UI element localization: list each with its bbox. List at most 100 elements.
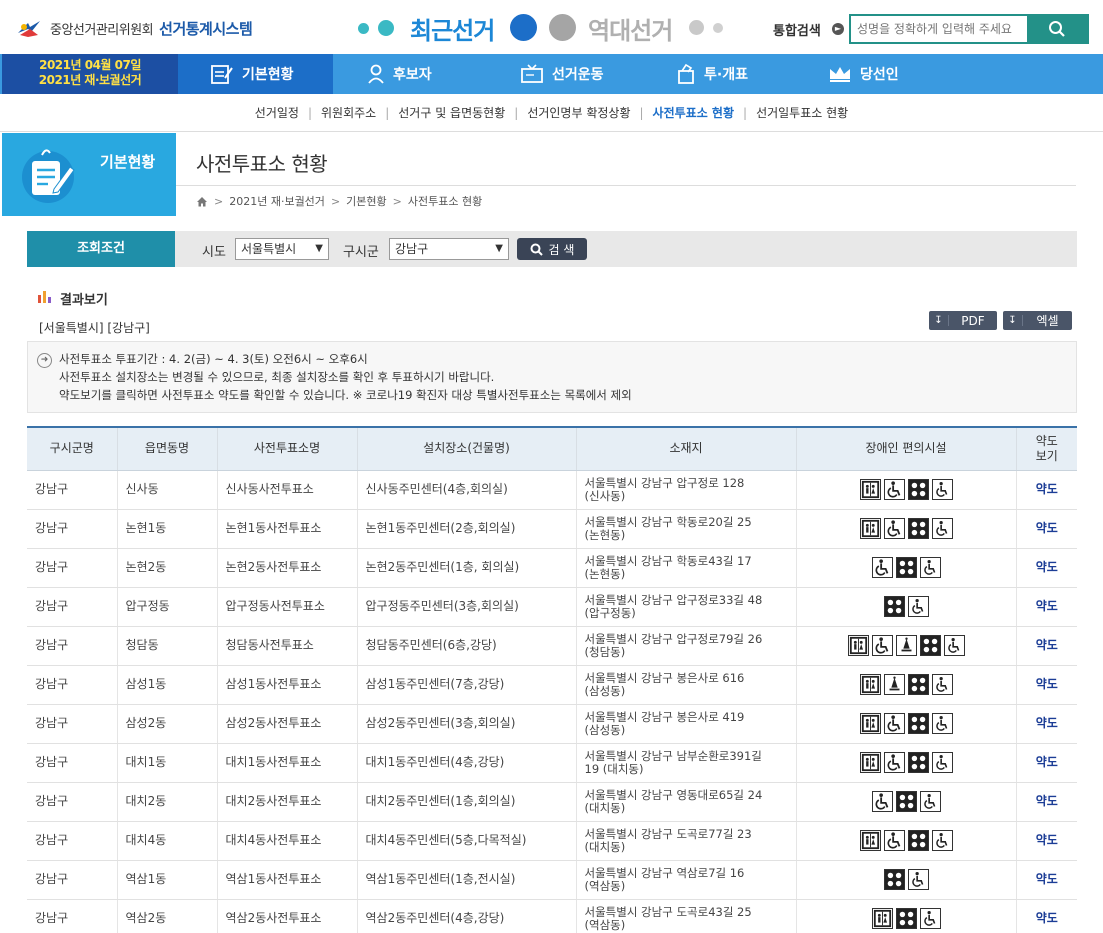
wheelchair-ramp-icon xyxy=(931,479,953,500)
excel-download-button[interactable]: ↧ 엑셀 xyxy=(1003,311,1072,330)
map-link[interactable]: 약도 xyxy=(1015,470,1077,510)
chevron-right-icon: > xyxy=(392,194,402,208)
subnav-item-early-polling[interactable]: 사전투표소 현황 xyxy=(653,104,734,121)
cell-place: 삼성2동주민센터(3층,회의실) xyxy=(356,704,576,744)
cell-address: 서울특별시 강남구 봉은사로 616 (삼성동) xyxy=(575,665,796,705)
map-link[interactable]: 약도 xyxy=(1015,626,1077,666)
search-button[interactable] xyxy=(1027,16,1087,42)
braille-block-icon xyxy=(907,830,929,851)
dot-deco-icon xyxy=(378,20,394,36)
separator: | xyxy=(639,105,644,120)
braille-block-icon xyxy=(919,635,941,656)
cell-gu: 강남구 xyxy=(27,626,117,666)
col-header-map: 약도 보기 xyxy=(1015,426,1077,471)
notice-line: 약도보기를 클릭하면 사전투표소 약도를 확인할 수 있습니다. ※ 코로나19… xyxy=(59,388,632,402)
table-header-row: 구시군명 읍면동명 사전투표소명 설치장소(건물명) 소재지 장애인 편의시설 … xyxy=(27,426,1077,471)
wheelchair-ramp-icon xyxy=(907,869,929,890)
table-row: 강남구 삼성1동 삼성1동사전투표소 삼성1동주민센터(7층,강당) 서울특별시 강남구… xyxy=(27,665,1077,705)
map-link[interactable]: 약도 xyxy=(1015,548,1077,588)
address-line: 서울특별시 강남구 압구정로 128 xyxy=(584,475,745,490)
nav-item-campaign[interactable]: 선거운동 xyxy=(520,54,604,94)
braille-block-icon xyxy=(907,518,929,539)
gu-label: 구시군 xyxy=(343,245,379,260)
separator: | xyxy=(514,105,519,120)
wheelchair-ramp-icon xyxy=(907,596,929,617)
cell-station-name: 역삼1동사전투표소 xyxy=(216,860,357,900)
cell-dong: 대치4동 xyxy=(116,821,217,861)
cell-facilities xyxy=(795,470,1016,510)
search-submit-button[interactable]: 검 색 xyxy=(517,238,587,260)
address-line: 서울특별시 강남구 압구정로33길 48 xyxy=(584,592,763,607)
bar-chart-icon xyxy=(38,291,51,303)
subnav-item-committee[interactable]: 위원회주소 xyxy=(321,104,376,121)
map-link[interactable]: 약도 xyxy=(1015,509,1077,549)
unified-search xyxy=(849,14,1089,44)
nav-item-winners[interactable]: 당선인 xyxy=(828,54,899,94)
table-row: 강남구 대치1동 대치1동사전투표소 대치1동주민센터(4층,강당) 서울특별시 강남구… xyxy=(27,743,1077,783)
pdf-label: PDF xyxy=(961,313,985,328)
braille-block-icon xyxy=(907,713,929,734)
map-link[interactable]: 약도 xyxy=(1015,587,1077,627)
gu-select[interactable]: 강남구 ▼ xyxy=(389,238,509,260)
call-bell-icon xyxy=(895,635,917,656)
chevron-right-icon: > xyxy=(330,194,341,208)
nav-item-voting-counting[interactable]: 투·개표 xyxy=(676,54,748,94)
era-recent-tab[interactable]: 최근선거 xyxy=(410,11,495,46)
cell-facilities xyxy=(795,626,1016,666)
map-link[interactable]: 약도 xyxy=(1015,860,1077,900)
address-dong: (삼성동) xyxy=(584,722,626,737)
download-icon: ↧ xyxy=(1003,315,1023,326)
cell-station-name: 대치4동사전투표소 xyxy=(216,821,357,861)
person-icon xyxy=(368,64,384,84)
map-link[interactable]: 약도 xyxy=(1015,665,1077,705)
nav-item-basic-status[interactable]: 기본현황 xyxy=(178,54,333,94)
elevator-icon xyxy=(859,518,881,539)
site-logo[interactable]: 중앙선거관리위원회 선거통계시스템 xyxy=(16,18,253,39)
cell-place: 대치4동주민센터(5층,다목적실) xyxy=(356,821,576,861)
subnav-item-schedule[interactable]: 선거일정 xyxy=(255,104,299,121)
col-header-station: 사전투표소명 xyxy=(216,426,357,471)
document-edit-icon xyxy=(22,149,75,203)
table-row: 강남구 논현2동 논현2동사전투표소 논현2동주민센터(1층, 회의실) 서울특별시 강… xyxy=(27,548,1077,588)
cell-facilities xyxy=(795,821,1016,861)
breadcrumb-item[interactable]: 기본현황 xyxy=(346,193,386,209)
sido-select[interactable]: 서울특별시 ▼ xyxy=(235,238,329,260)
col-header-address: 소재지 xyxy=(575,426,796,471)
breadcrumb-item[interactable]: 2021년 재·보궐선거 xyxy=(229,193,325,209)
notice-box: ➜ 사전투표소 투표기간 : 4. 2(금) ~ 4. 3(토) 오전6시 ~ … xyxy=(27,341,1077,413)
elevator-icon xyxy=(859,674,881,695)
sido-value: 서울특별시 xyxy=(241,242,297,256)
dot-deco-icon xyxy=(358,23,369,34)
address-dong: (청담동) xyxy=(584,644,626,659)
cell-dong: 삼성2동 xyxy=(116,704,217,744)
map-link[interactable]: 약도 xyxy=(1015,899,1077,933)
map-link[interactable]: 약도 xyxy=(1015,704,1077,744)
clipboard-icon xyxy=(211,65,233,84)
wheelchair-icon xyxy=(883,752,905,773)
braille-block-icon xyxy=(883,596,905,617)
map-link[interactable]: 약도 xyxy=(1015,821,1077,861)
pdf-download-button[interactable]: ↧ PDF xyxy=(929,311,997,330)
cell-gu: 강남구 xyxy=(27,704,117,744)
wheelchair-ramp-icon xyxy=(931,830,953,851)
subnav-item-election-day-polling[interactable]: 선거일투표소 현황 xyxy=(756,104,848,121)
section-banner: 기본현황 xyxy=(2,133,176,216)
home-icon[interactable] xyxy=(196,196,208,207)
cell-dong: 대치1동 xyxy=(116,743,217,783)
era-past-tab[interactable]: 역대선거 xyxy=(588,11,673,46)
map-link[interactable]: 약도 xyxy=(1015,782,1077,822)
chevron-right-icon: > xyxy=(214,194,224,208)
address-line: 서울특별시 강남구 남부순환로391길 xyxy=(584,748,762,763)
cell-dong: 삼성1동 xyxy=(116,665,217,705)
subnav-item-districts[interactable]: 선거구 및 읍면동현황 xyxy=(398,104,505,121)
cell-gu: 강남구 xyxy=(27,782,117,822)
cell-address: 서울특별시 강남구 역삼로7길 16 (역삼동) xyxy=(575,860,796,900)
subnav-item-voter-roll[interactable]: 선거인명부 확정상황 xyxy=(527,104,630,121)
results-subtitle: [서울특별시] [강남구] xyxy=(39,321,150,335)
election-date-badge[interactable]: 2021년 04월 07일 2021년 재·보궐선거 xyxy=(2,54,178,94)
nav-item-candidates[interactable]: 후보자 xyxy=(367,54,432,94)
col-header-place: 설치장소(건물명) xyxy=(356,426,576,471)
map-link[interactable]: 약도 xyxy=(1015,743,1077,783)
search-submit-label: 검 색 xyxy=(548,242,575,257)
search-input[interactable] xyxy=(851,16,1027,42)
